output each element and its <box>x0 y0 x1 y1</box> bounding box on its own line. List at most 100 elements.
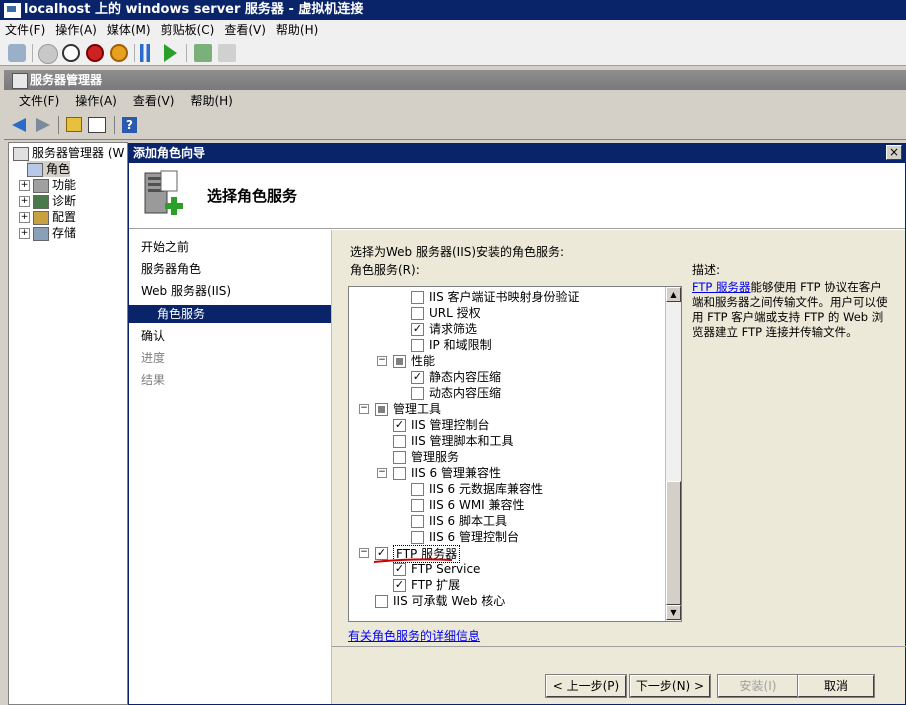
collapse-icon[interactable]: − <box>359 548 369 558</box>
vm-title-text: localhost 上的 windows server 服务器 - 虚拟机连接 <box>24 2 364 17</box>
help-icon[interactable]: ? <box>122 117 137 133</box>
service-checkbox[interactable]: ✓ <box>393 579 406 592</box>
service-label: FTP 扩展 <box>411 578 461 592</box>
scroll-thumb[interactable] <box>666 481 681 605</box>
tree-item-features[interactable]: 功能 <box>33 177 76 193</box>
service-checkbox[interactable] <box>375 595 388 608</box>
tree-item-configuration[interactable]: 配置 <box>33 209 76 225</box>
vm-menu-file[interactable]: 文件(F) <box>0 20 50 40</box>
next-button[interactable]: 下一步(N) > <box>629 674 711 698</box>
service-checkbox[interactable] <box>411 531 424 544</box>
up-folder-icon[interactable] <box>66 117 82 132</box>
vm-connection-icon <box>4 3 21 18</box>
service-label: IIS 6 元数据库兼容性 <box>429 482 543 496</box>
service-label: 管理服务 <box>411 450 460 464</box>
cancel-button[interactable]: 取消 <box>797 674 875 698</box>
turn-off-icon[interactable] <box>62 44 80 62</box>
expand-features[interactable]: + <box>19 180 30 191</box>
wizard-title: 添加角色向导 <box>133 146 206 160</box>
service-checkbox[interactable] <box>393 451 406 464</box>
step-before-you-begin[interactable]: 开始之前 <box>141 238 189 256</box>
vm-menu-action[interactable]: 操作(A) <box>50 20 102 40</box>
service-label: IIS 客户端证书映射身份验证 <box>429 290 580 304</box>
tree-item-roles[interactable]: 角色 <box>27 161 71 177</box>
service-checkbox[interactable]: ✓ <box>393 419 406 432</box>
show-hide-tree-icon[interactable] <box>88 117 106 133</box>
server-manager-title: 服务器管理器 <box>30 73 103 87</box>
install-button: 安装(I) <box>717 674 799 698</box>
collapse-icon[interactable]: − <box>377 356 387 366</box>
close-icon[interactable]: × <box>886 145 902 160</box>
vm-menu-media[interactable]: 媒体(M) <box>102 20 156 40</box>
start-icon[interactable] <box>38 44 58 64</box>
vm-menu-clipboard[interactable]: 剪贴板(C) <box>156 20 220 40</box>
server-manager-title-bar: 服务器管理器 <box>4 70 906 90</box>
forward-arrow-icon[interactable] <box>36 118 50 132</box>
expand-diagnostics[interactable]: + <box>19 196 30 207</box>
service-checkbox[interactable] <box>393 435 406 448</box>
service-label: 管理工具 <box>393 402 442 416</box>
roles-icon <box>27 162 43 177</box>
service-checkbox[interactable] <box>411 515 424 528</box>
service-label: IIS 6 管理控制台 <box>429 530 519 544</box>
sm-menu-help[interactable]: 帮助(H) <box>185 90 237 112</box>
service-checkbox[interactable] <box>411 387 424 400</box>
service-checkbox[interactable] <box>411 291 424 304</box>
ctrl-alt-del-icon[interactable] <box>8 44 26 62</box>
vm-menu-help[interactable]: 帮助(H) <box>271 20 323 40</box>
step-progress: 进度 <box>141 351 166 365</box>
wizard-title-bar: 添加角色向导 <box>129 144 905 163</box>
service-checkbox[interactable] <box>393 467 406 480</box>
step-role-services[interactable]: 角色服务 <box>129 305 331 323</box>
service-label: URL 授权 <box>429 306 481 320</box>
service-checkbox[interactable]: ✓ <box>411 371 424 384</box>
expand-storage[interactable]: + <box>19 228 30 239</box>
service-checkbox[interactable]: ✓ <box>411 323 424 336</box>
sm-menu-view[interactable]: 查看(V) <box>128 90 180 112</box>
wizard-heading: 选择角色服务 <box>207 187 298 205</box>
back-arrow-icon[interactable] <box>12 118 26 132</box>
role-services-list: IIS 客户端证书映射身份验证 URL 授权 ✓ 请求筛选 IP 和域限制 − 性能 ✓ 静态内… <box>348 286 682 622</box>
service-checkbox[interactable] <box>411 307 424 320</box>
pause-icon[interactable] <box>140 44 150 62</box>
service-checkbox[interactable] <box>393 355 406 368</box>
snapshot-icon[interactable] <box>194 44 212 62</box>
expand-configuration[interactable]: + <box>19 212 30 223</box>
service-label: IIS 6 管理兼容性 <box>411 466 501 480</box>
scroll-down-icon[interactable]: ▼ <box>666 605 681 620</box>
description-link[interactable]: FTP 服务器 <box>692 280 751 294</box>
back-button[interactable]: < 上一步(P) <box>545 674 627 698</box>
service-label: IIS 6 WMI 兼容性 <box>429 498 525 512</box>
step-server-roles[interactable]: 服务器角色 <box>141 260 201 278</box>
features-icon <box>33 178 49 193</box>
step-web-server-iis[interactable]: Web 服务器(IIS) <box>141 282 231 300</box>
step-confirmation[interactable]: 确认 <box>141 327 165 345</box>
red-underline-annotation <box>373 558 453 563</box>
sm-menu-action[interactable]: 操作(A) <box>70 90 122 112</box>
service-label: 性能 <box>411 354 436 368</box>
vm-title-bar: localhost 上的 windows server 服务器 - 虚拟机连接 <box>0 0 906 20</box>
revert-icon[interactable] <box>218 44 236 62</box>
tree-item-diagnostics[interactable]: 诊断 <box>33 193 76 209</box>
collapse-icon[interactable]: − <box>359 404 369 414</box>
server-icon <box>13 146 29 161</box>
more-info-link[interactable]: 有关角色服务的详细信息 <box>348 627 480 644</box>
wizard-content: 选择为Web 服务器(IIS)安装的角色服务: 角色服务(R): 描述: FTP… <box>331 230 906 704</box>
shutdown-icon[interactable] <box>86 44 104 62</box>
vm-menu-view[interactable]: 查看(V) <box>219 20 271 40</box>
service-label: 请求筛选 <box>429 322 478 336</box>
service-checkbox[interactable] <box>411 339 424 352</box>
scroll-up-icon[interactable]: ▲ <box>666 287 681 302</box>
service-checkbox[interactable] <box>411 483 424 496</box>
role-services-label: 角色服务(R): <box>350 263 420 277</box>
resume-icon[interactable] <box>164 44 177 62</box>
save-state-icon[interactable] <box>110 44 128 62</box>
tree-root[interactable]: 服务器管理器 (W <box>13 145 124 161</box>
service-checkbox[interactable] <box>411 499 424 512</box>
service-checkbox[interactable] <box>375 403 388 416</box>
sm-menu-file[interactable]: 文件(F) <box>14 90 64 112</box>
tree-item-storage[interactable]: 存储 <box>33 225 76 241</box>
service-label: IIS 管理控制台 <box>411 418 490 432</box>
list-scrollbar[interactable]: ▲ ▼ <box>665 287 681 621</box>
collapse-icon[interactable]: − <box>377 468 387 478</box>
